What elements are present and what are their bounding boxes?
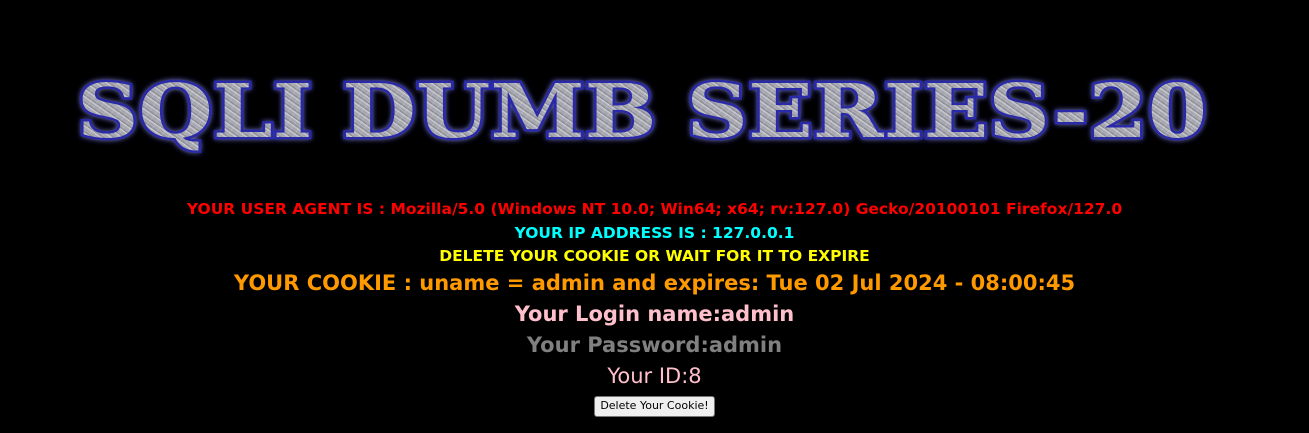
title-banner: SQLI DUMB SERIES-20 [0,0,1309,190]
login-name-text: Your Login name:admin [514,302,795,326]
user-agent-text: YOUR USER AGENT IS : Mozilla/5.0 (Window… [186,200,1123,218]
cookie-text: YOUR COOKIE : uname = admin and expires:… [233,271,1076,295]
password-text: Your Password:admin [526,333,783,357]
delete-cookie-button[interactable]: Delete Your Cookie! [594,395,715,417]
delete-cookie-form: Delete Your Cookie! [0,394,1309,417]
banner-title: SQLI DUMB SERIES-20 [77,69,1207,155]
ip-address-text: YOUR IP ADDRESS IS : 127.0.0.1 [514,224,795,242]
title-banner-graphic: SQLI DUMB SERIES-20 [75,67,1210,158]
delete-cookie-note: DELETE YOUR COOKIE OR WAIT FOR IT TO EXP… [439,247,870,265]
user-id-text: Your ID:8 [607,364,702,388]
